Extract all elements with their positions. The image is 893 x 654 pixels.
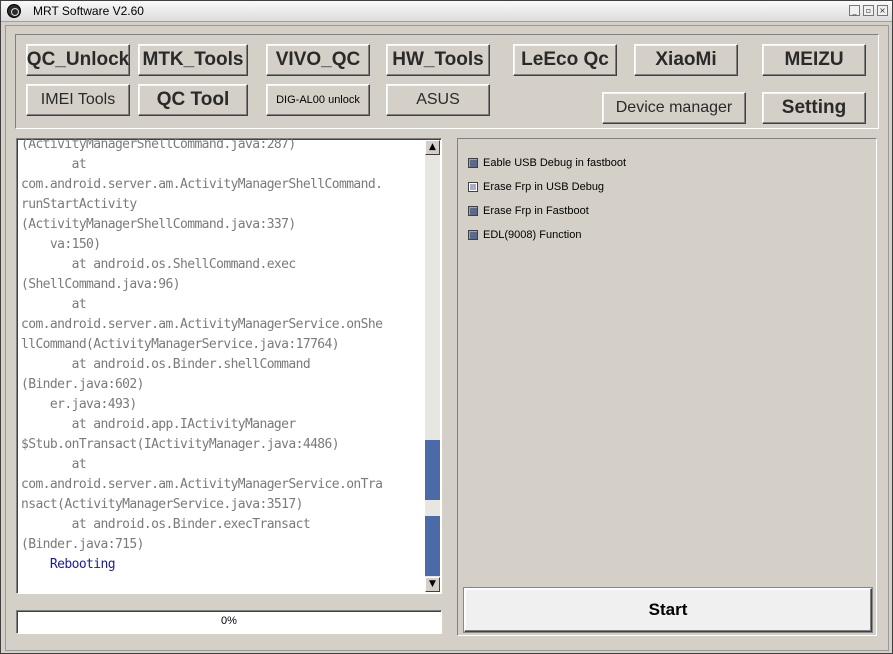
dig-al00-unlock-button[interactable]: DIG-AL00 unlock [266, 84, 370, 116]
device-manager-button[interactable]: Device manager [602, 92, 746, 124]
asus-button[interactable]: ASUS [386, 84, 490, 116]
option-label: Eable USB Debug in fastboot [483, 157, 627, 169]
log-line: at [21, 297, 87, 312]
setting-button[interactable]: Setting [762, 92, 866, 124]
log-line: (Binder.java:715) [21, 537, 144, 552]
window-title: MRT Software V2.60 [33, 4, 144, 18]
start-button[interactable]: Start [464, 588, 872, 632]
vivo-qc-button[interactable]: VIVO_QC [266, 44, 370, 76]
log-output[interactable]: (ActivityManagerShellCommand.java:287) a… [16, 138, 442, 594]
checkbox-icon[interactable] [468, 182, 478, 192]
log-scrollbar[interactable]: ▲ ▼ [425, 140, 440, 592]
scroll-up-icon[interactable]: ▲ [425, 140, 440, 155]
option-erase-frp-fastboot[interactable]: Erase Frp in Fastboot [468, 204, 589, 218]
app-logo-icon [7, 4, 21, 18]
minimize-icon[interactable]: _ [849, 5, 860, 16]
log-line: at [21, 457, 87, 472]
scroll-down-icon[interactable]: ▼ [425, 577, 440, 592]
xiaomi-button[interactable]: XiaoMi [634, 44, 738, 76]
log-line: $Stub.onTransact(IActivityManager.java:4… [21, 437, 340, 452]
qc-tool-button[interactable]: QC Tool [138, 84, 248, 116]
log-line: nsact(ActivityManagerService.java:3517) [21, 497, 303, 512]
checkbox-icon[interactable] [468, 206, 478, 216]
options-panel: Eable USB Debug in fastboot Erase Frp in… [457, 138, 877, 636]
imei-tools-button[interactable]: IMEI Tools [26, 84, 130, 116]
close-icon[interactable]: × [877, 5, 888, 16]
log-line-status: Rebooting [21, 557, 116, 572]
meizu-button[interactable]: MEIZU [762, 44, 866, 76]
restore-icon[interactable]: ▫ [863, 5, 874, 16]
log-line: llCommand(ActivityManagerService.java:17… [21, 337, 340, 352]
option-edl-function[interactable]: EDL(9008) Function [468, 228, 581, 242]
progress-label: 0% [221, 615, 237, 627]
hw-tools-button[interactable]: HW_Tools [386, 44, 490, 76]
tools-panel: QC_Unlock MTK_Tools VIVO_QC HW_Tools LeE… [15, 34, 879, 129]
log-line: va:150) [21, 237, 101, 252]
app-window: MRT Software V2.60 _ ▫ × QC_Unlock MTK_T… [0, 0, 893, 654]
log-line: com.android.server.am.ActivityManagerShe… [21, 177, 383, 192]
log-line: er.java:493) [21, 397, 137, 412]
log-line: at android.os.ShellCommand.exec [21, 257, 297, 272]
log-line: com.android.server.am.ActivityManagerSer… [21, 317, 383, 332]
checkbox-icon[interactable] [468, 158, 478, 168]
log-line: at [21, 157, 87, 172]
log-line: (Binder.java:602) [21, 377, 144, 392]
log-line: at android.os.Binder.shellCommand [21, 357, 311, 372]
mtk-tools-button[interactable]: MTK_Tools [138, 44, 248, 76]
option-label: Erase Frp in USB Debug [483, 181, 605, 193]
log-line: at android.app.IActivityManager [21, 417, 297, 432]
title-bar[interactable]: MRT Software V2.60 _ ▫ × [1, 1, 892, 22]
progress-bar: 0% [16, 610, 442, 634]
option-label: EDL(9008) Function [483, 229, 582, 241]
option-erase-frp-usb-debug[interactable]: Erase Frp in USB Debug [468, 180, 604, 194]
leeco-qc-button[interactable]: LeEco Qc [513, 44, 617, 76]
log-line: runStartActivity [21, 197, 137, 212]
log-line: com.android.server.am.ActivityManagerSer… [21, 477, 383, 492]
qc-unlock-button[interactable]: QC_Unlock [26, 44, 130, 76]
client-area: QC_Unlock MTK_Tools VIVO_QC HW_Tools LeE… [5, 25, 889, 651]
log-line: at android.os.Binder.execTransact [21, 517, 311, 532]
log-text: (ActivityManagerShellCommand.java:287) a… [21, 138, 421, 575]
log-line: (ActivityManagerShellCommand.java:287) [21, 138, 296, 152]
option-label: Erase Frp in Fastboot [483, 205, 589, 217]
log-line: (ShellCommand.java:96) [21, 277, 181, 292]
log-line: (ActivityManagerShellCommand.java:337) [21, 217, 296, 232]
checkbox-icon[interactable] [468, 230, 478, 240]
option-usb-debug-fastboot[interactable]: Eable USB Debug in fastboot [468, 156, 626, 170]
